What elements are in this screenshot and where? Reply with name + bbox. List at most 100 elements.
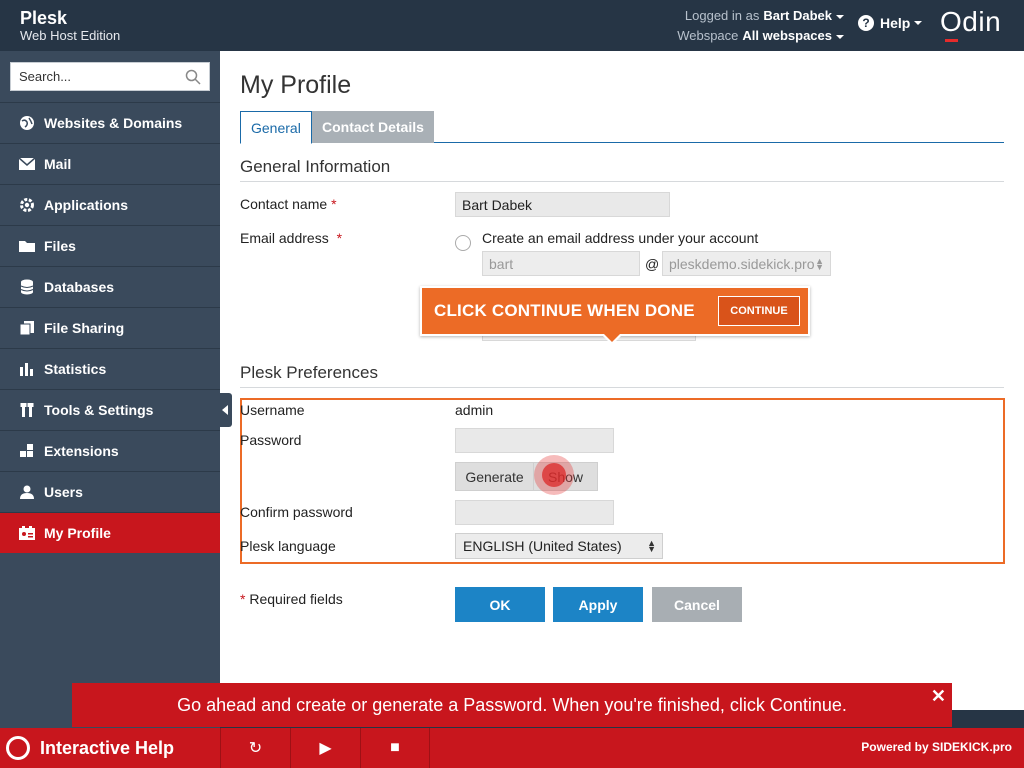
- callout-text: CLICK CONTINUE WHEN DONE: [434, 301, 695, 320]
- plesk-language-select[interactable]: ENGLISH (United States) ▲ ▼: [455, 533, 663, 559]
- odin-logo-text: Odin: [940, 6, 1002, 37]
- email-local-field[interactable]: bart: [482, 251, 640, 276]
- database-icon: [18, 278, 36, 296]
- plesk-language-label: Plesk language: [240, 538, 336, 554]
- username-label: Username: [240, 402, 305, 418]
- sidebar: Websites & Domains Mail Applications Fil…: [0, 51, 220, 728]
- confirm-password-field[interactable]: [455, 500, 614, 525]
- sidebar-item-label: File Sharing: [44, 320, 125, 336]
- main-content: My Profile General Contact Details Gener…: [220, 51, 1024, 728]
- sidebar-item-databases[interactable]: Databases: [0, 266, 220, 307]
- tab-bar: General Contact Details: [240, 111, 1004, 144]
- email-domain-select[interactable]: pleskdemo.sidekick.pro ▲ ▼: [662, 251, 831, 276]
- page-title: My Profile: [240, 71, 352, 99]
- contact-name-label-text: Contact name: [240, 196, 328, 212]
- restart-icon[interactable]: ↻: [220, 728, 290, 768]
- sidebar-item-label: My Profile: [44, 525, 111, 541]
- logo-underline: [945, 39, 958, 42]
- sidebar-item-statistics[interactable]: Statistics: [0, 348, 220, 389]
- brand-name: Plesk: [20, 8, 68, 28]
- search-input[interactable]: [11, 63, 171, 90]
- contact-name-field[interactable]: Bart Dabek: [455, 192, 670, 217]
- create-email-radio[interactable]: [455, 235, 471, 251]
- sidebar-item-label: Websites & Domains: [44, 115, 183, 131]
- password-field[interactable]: [455, 428, 614, 453]
- sidebar-item-mail[interactable]: Mail: [0, 143, 220, 184]
- sidebar-item-extensions[interactable]: Extensions: [0, 430, 220, 471]
- username-value: admin: [455, 402, 494, 418]
- select-arrows-icon: ▲ ▼: [647, 538, 656, 554]
- sidebar-item-applications[interactable]: Applications: [0, 184, 220, 225]
- section-general-information: General Information: [240, 157, 1004, 182]
- password-label: Password: [240, 432, 302, 448]
- sidebar-item-files[interactable]: Files: [0, 225, 220, 266]
- play-icon[interactable]: ▶: [290, 728, 360, 768]
- puzzle-icon: [18, 442, 36, 460]
- section-plesk-preferences: Plesk Preferences: [240, 363, 1004, 388]
- help-menu[interactable]: ? Help: [858, 15, 923, 31]
- sidebar-item-label: Files: [44, 238, 76, 254]
- help-label: Help: [880, 15, 911, 31]
- callout-pointer-fill: [604, 334, 620, 342]
- chevron-down-icon: [836, 34, 844, 39]
- interactive-help-bar: Interactive Help ↻ ▶ ■ Powered by SIDEKI…: [0, 728, 1024, 768]
- globe-icon: [18, 114, 36, 132]
- brand-edition: Web Host Edition: [20, 28, 121, 43]
- at-sign: @: [645, 256, 660, 272]
- required-mark: *: [240, 591, 246, 607]
- interactive-help-title: Interactive Help: [6, 728, 174, 768]
- gear-icon: [18, 196, 36, 214]
- create-email-option-label: Create an email address under your accou…: [482, 230, 759, 246]
- required-mark: *: [336, 230, 343, 246]
- continue-button[interactable]: CONTINUE: [718, 296, 800, 326]
- continue-callout: CLICK CONTINUE WHEN DONE CONTINUE: [420, 286, 810, 345]
- account-info: Logged in as Bart Dabek Webspace All websp…: [677, 6, 844, 46]
- generate-button[interactable]: Generate: [455, 462, 534, 491]
- sidebar-item-label: Applications: [44, 197, 129, 213]
- stop-icon[interactable]: ■: [360, 728, 430, 768]
- sidebar-item-users[interactable]: Users: [0, 471, 220, 512]
- sidebar-item-websites-domains[interactable]: Websites & Domains: [0, 102, 220, 143]
- search-box: [10, 62, 210, 91]
- help-message-banner: Go ahead and create or generate a Passwo…: [72, 683, 952, 727]
- profile-card-icon: [18, 524, 36, 542]
- tools-icon: [18, 401, 36, 419]
- webspace-menu[interactable]: All webspaces: [742, 28, 832, 43]
- help-ring-icon: [6, 736, 30, 760]
- chevron-down-icon: [914, 21, 923, 25]
- plesk-language-value: ENGLISH (United States): [463, 538, 622, 554]
- search-icon[interactable]: [185, 69, 201, 85]
- help-message-text: Go ahead and create or generate a Passwo…: [177, 694, 847, 715]
- sidebar-item-label: Mail: [44, 156, 72, 172]
- required-fields-text: Required fields: [249, 591, 343, 607]
- confirm-password-label: Confirm password: [240, 504, 353, 520]
- required-fields-note: * Required fields: [240, 591, 343, 607]
- email-domain-value: pleskdemo.sidekick.pro: [669, 255, 815, 272]
- apply-button[interactable]: Apply: [553, 587, 643, 622]
- select-arrows-icon: ▲ ▼: [815, 256, 824, 272]
- email-address-label-text: Email address: [240, 230, 329, 246]
- tab-general[interactable]: General: [240, 111, 312, 144]
- user-menu[interactable]: Bart Dabek: [763, 8, 832, 23]
- close-icon[interactable]: ✕: [931, 686, 946, 707]
- sidebar-item-my-profile[interactable]: My Profile: [0, 512, 220, 553]
- contact-name-label: Contact name *: [240, 196, 337, 212]
- powered-by-link[interactable]: Powered by SIDEKICK.pro: [861, 740, 1012, 754]
- chevron-down-icon: [836, 14, 844, 19]
- sidebar-item-label: Tools & Settings: [44, 402, 154, 418]
- click-indicator: [534, 455, 574, 495]
- cancel-button[interactable]: Cancel: [652, 587, 742, 622]
- tab-contact-details[interactable]: Contact Details: [312, 111, 434, 143]
- top-bar: Plesk Web Host Edition Logged in as Bart …: [0, 0, 1024, 51]
- folder-icon: [18, 237, 36, 255]
- sidebar-item-tools-settings[interactable]: Tools & Settings: [0, 389, 220, 430]
- user-icon: [18, 483, 36, 501]
- shared-files-icon: [18, 319, 36, 337]
- envelope-icon: [18, 155, 36, 173]
- bar-chart-icon: [18, 360, 36, 378]
- email-address-label: Email address *: [240, 230, 342, 246]
- interactive-help-label: Interactive Help: [40, 737, 175, 758]
- ok-button[interactable]: OK: [455, 587, 545, 622]
- sidebar-item-file-sharing[interactable]: File Sharing: [0, 307, 220, 348]
- brand[interactable]: Plesk Web Host Edition: [20, 8, 120, 43]
